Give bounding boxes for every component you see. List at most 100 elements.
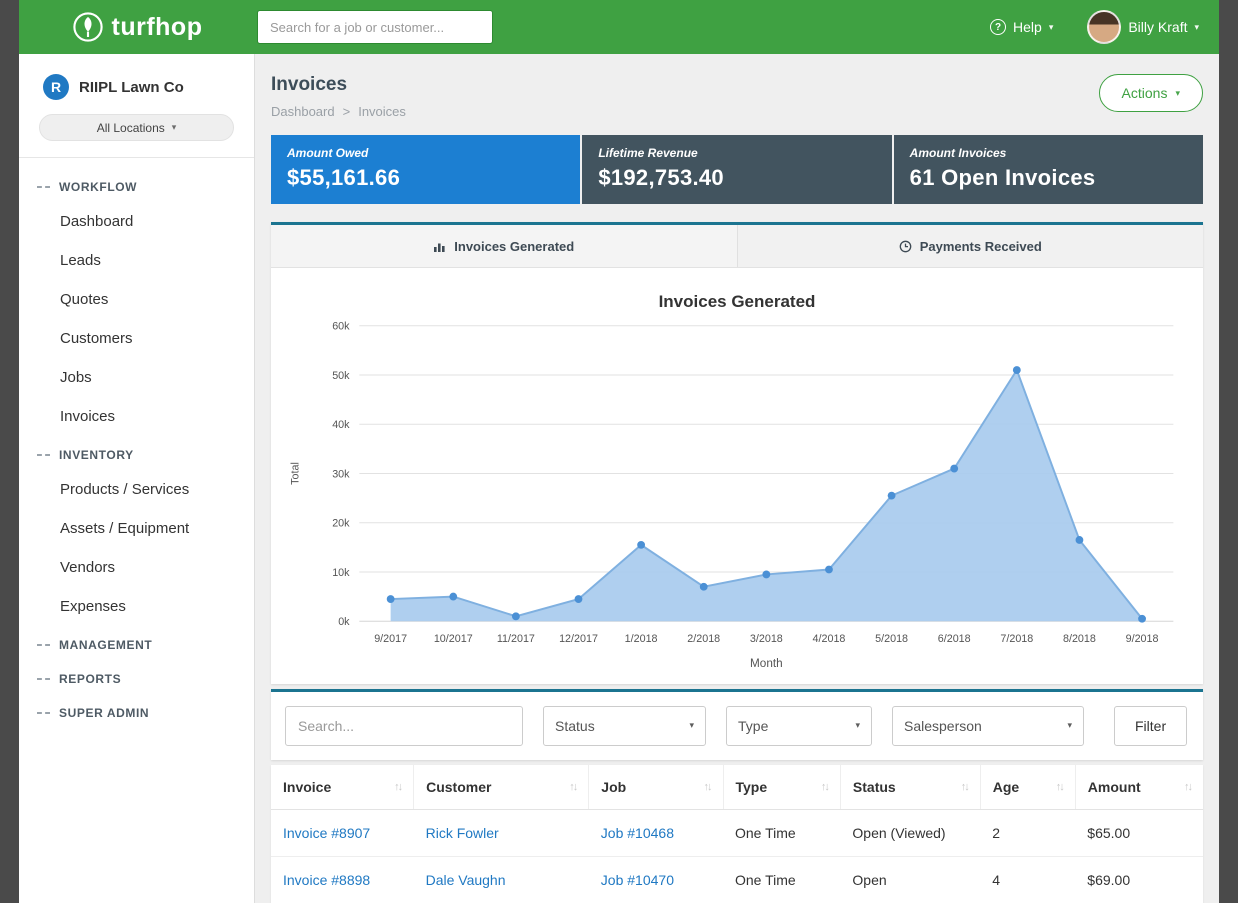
sidebar-item-invoices[interactable]: Invoices bbox=[19, 397, 254, 436]
invoice-cell: Invoice #8907 bbox=[271, 809, 414, 856]
section-dash-icon bbox=[37, 678, 50, 680]
sort-icon[interactable]: ↑↓ bbox=[1184, 779, 1191, 793]
type-filter-select[interactable]: Type ▾ bbox=[726, 706, 872, 746]
column-header-amount[interactable]: Amount↑↓ bbox=[1075, 765, 1203, 810]
stat-label: Amount Owed bbox=[287, 146, 564, 160]
svg-text:1/2018: 1/2018 bbox=[625, 633, 658, 645]
svg-text:8/2018: 8/2018 bbox=[1063, 633, 1096, 645]
section-dash-icon bbox=[37, 644, 50, 646]
svg-text:20k: 20k bbox=[332, 518, 350, 530]
invoice-link[interactable]: Invoice #8907 bbox=[283, 825, 370, 841]
company-selector[interactable]: R RIIPL Lawn Co bbox=[19, 54, 254, 112]
table-search-input[interactable] bbox=[285, 706, 523, 746]
page-head: Invoices Dashboard > Invoices Actions ▾ bbox=[271, 68, 1203, 135]
svg-text:0k: 0k bbox=[338, 616, 350, 628]
body-row: R RIIPL Lawn Co All Locations ▾ WORKFLOW… bbox=[19, 54, 1219, 903]
job-link[interactable]: Job #10468 bbox=[601, 825, 674, 841]
nav-section-management[interactable]: MANAGEMENT bbox=[19, 626, 254, 660]
company-logo: R bbox=[43, 74, 69, 100]
select-value: Type bbox=[738, 718, 768, 734]
status-cell: Open bbox=[840, 856, 980, 903]
clock-icon bbox=[899, 240, 912, 253]
global-search-input[interactable] bbox=[257, 10, 493, 44]
svg-text:10k: 10k bbox=[332, 567, 350, 579]
topbar-right: ? Help ▾ Billy Kraft ▾ bbox=[990, 10, 1199, 44]
customer-cell: Dale Vaughn bbox=[414, 856, 589, 903]
status-filter-select[interactable]: Status ▾ bbox=[543, 706, 706, 746]
nav-section-reports[interactable]: REPORTS bbox=[19, 660, 254, 694]
tab-invoices-generated[interactable]: Invoices Generated bbox=[271, 225, 737, 267]
turfhop-logo-icon bbox=[72, 11, 104, 43]
column-header-job[interactable]: Job↑↓ bbox=[589, 765, 723, 810]
breadcrumb-current: Invoices bbox=[358, 104, 406, 119]
stat-label: Lifetime Revenue bbox=[598, 146, 875, 160]
sidebar-item-assets-equipment[interactable]: Assets / Equipment bbox=[19, 509, 254, 548]
user-menu[interactable]: Billy Kraft ▾ bbox=[1087, 10, 1199, 44]
sort-icon[interactable]: ↑↓ bbox=[821, 779, 828, 793]
select-value: Salesperson bbox=[904, 718, 982, 734]
sidebar-item-leads[interactable]: Leads bbox=[19, 241, 254, 280]
filter-panel: Status ▾ Type ▾ Salesperson ▾ Filter bbox=[271, 689, 1203, 760]
section-dash-icon bbox=[37, 712, 50, 714]
tab-label: Invoices Generated bbox=[454, 239, 574, 254]
sidebar-item-expenses[interactable]: Expenses bbox=[19, 587, 254, 626]
sort-icon[interactable]: ↑↓ bbox=[961, 779, 968, 793]
invoice-link[interactable]: Invoice #8898 bbox=[283, 872, 370, 888]
filter-button[interactable]: Filter bbox=[1114, 706, 1187, 746]
nav-section-inventory[interactable]: INVENTORY bbox=[19, 436, 254, 470]
tab-payments-received[interactable]: Payments Received bbox=[737, 225, 1204, 267]
column-header-customer[interactable]: Customer↑↓ bbox=[414, 765, 589, 810]
chevron-down-icon: ▾ bbox=[1175, 88, 1180, 99]
stat-value: 61 Open Invoices bbox=[910, 165, 1187, 191]
sidebar: R RIIPL Lawn Co All Locations ▾ WORKFLOW… bbox=[19, 54, 255, 903]
customer-link[interactable]: Dale Vaughn bbox=[426, 872, 506, 888]
chart-tabs: Invoices Generated Payments Received bbox=[271, 225, 1203, 268]
nav-section-label: WORKFLOW bbox=[59, 180, 137, 194]
column-header-age[interactable]: Age↑↓ bbox=[980, 765, 1075, 810]
section-dash-icon bbox=[37, 454, 50, 456]
breadcrumb: Dashboard > Invoices bbox=[271, 104, 406, 119]
customer-link[interactable]: Rick Fowler bbox=[426, 825, 499, 841]
sort-icon[interactable]: ↑↓ bbox=[1056, 779, 1063, 793]
svg-text:30k: 30k bbox=[332, 468, 350, 480]
column-header-status[interactable]: Status↑↓ bbox=[840, 765, 980, 810]
locations-dropdown[interactable]: All Locations ▾ bbox=[39, 114, 234, 141]
svg-text:50k: 50k bbox=[332, 370, 350, 382]
chevron-down-icon: ▾ bbox=[172, 122, 177, 133]
nav-section-label: REPORTS bbox=[59, 672, 121, 686]
help-menu[interactable]: ? Help ▾ bbox=[990, 19, 1053, 35]
top-header: turfhop ? Help ▾ Billy Kraft ▾ bbox=[19, 0, 1219, 54]
svg-text:60k: 60k bbox=[332, 321, 350, 333]
sidebar-item-jobs[interactable]: Jobs bbox=[19, 358, 254, 397]
stats-row: Amount Owed $55,161.66 Lifetime Revenue … bbox=[271, 135, 1203, 204]
sort-icon[interactable]: ↑↓ bbox=[704, 779, 711, 793]
app-logo[interactable]: turfhop bbox=[19, 11, 255, 43]
main-content: Invoices Dashboard > Invoices Actions ▾ … bbox=[255, 54, 1219, 903]
stat-lifetime-revenue: Lifetime Revenue $192,753.40 bbox=[582, 135, 891, 204]
column-header-invoice[interactable]: Invoice↑↓ bbox=[271, 765, 414, 810]
user-name: Billy Kraft bbox=[1128, 19, 1187, 35]
invoices-generated-chart: 0k10k20k30k40k50k60k9/201710/201711/2017… bbox=[283, 314, 1191, 678]
stat-value: $55,161.66 bbox=[287, 165, 564, 191]
svg-text:10/2017: 10/2017 bbox=[434, 633, 473, 645]
type-cell: One Time bbox=[723, 809, 840, 856]
svg-text:Total: Total bbox=[290, 462, 302, 485]
nav-section-super-admin[interactable]: SUPER ADMIN bbox=[19, 694, 254, 728]
sort-icon[interactable]: ↑↓ bbox=[569, 779, 576, 793]
sidebar-item-dashboard[interactable]: Dashboard bbox=[19, 202, 254, 241]
salesperson-filter-select[interactable]: Salesperson ▾ bbox=[892, 706, 1084, 746]
nav-section-label: MANAGEMENT bbox=[59, 638, 152, 652]
actions-button[interactable]: Actions ▾ bbox=[1099, 74, 1203, 112]
sidebar-item-quotes[interactable]: Quotes bbox=[19, 280, 254, 319]
job-link[interactable]: Job #10470 bbox=[601, 872, 674, 888]
sidebar-item-products-services[interactable]: Products / Services bbox=[19, 470, 254, 509]
sidebar-item-customers[interactable]: Customers bbox=[19, 319, 254, 358]
column-header-type[interactable]: Type↑↓ bbox=[723, 765, 840, 810]
nav-section-workflow[interactable]: WORKFLOW bbox=[19, 168, 254, 202]
breadcrumb-dashboard[interactable]: Dashboard bbox=[271, 104, 335, 119]
help-icon: ? bbox=[990, 19, 1006, 35]
app-window: turfhop ? Help ▾ Billy Kraft ▾ R RIIPL L… bbox=[19, 0, 1219, 903]
sort-icon[interactable]: ↑↓ bbox=[394, 779, 401, 793]
sidebar-item-vendors[interactable]: Vendors bbox=[19, 548, 254, 587]
svg-text:12/2017: 12/2017 bbox=[559, 633, 598, 645]
